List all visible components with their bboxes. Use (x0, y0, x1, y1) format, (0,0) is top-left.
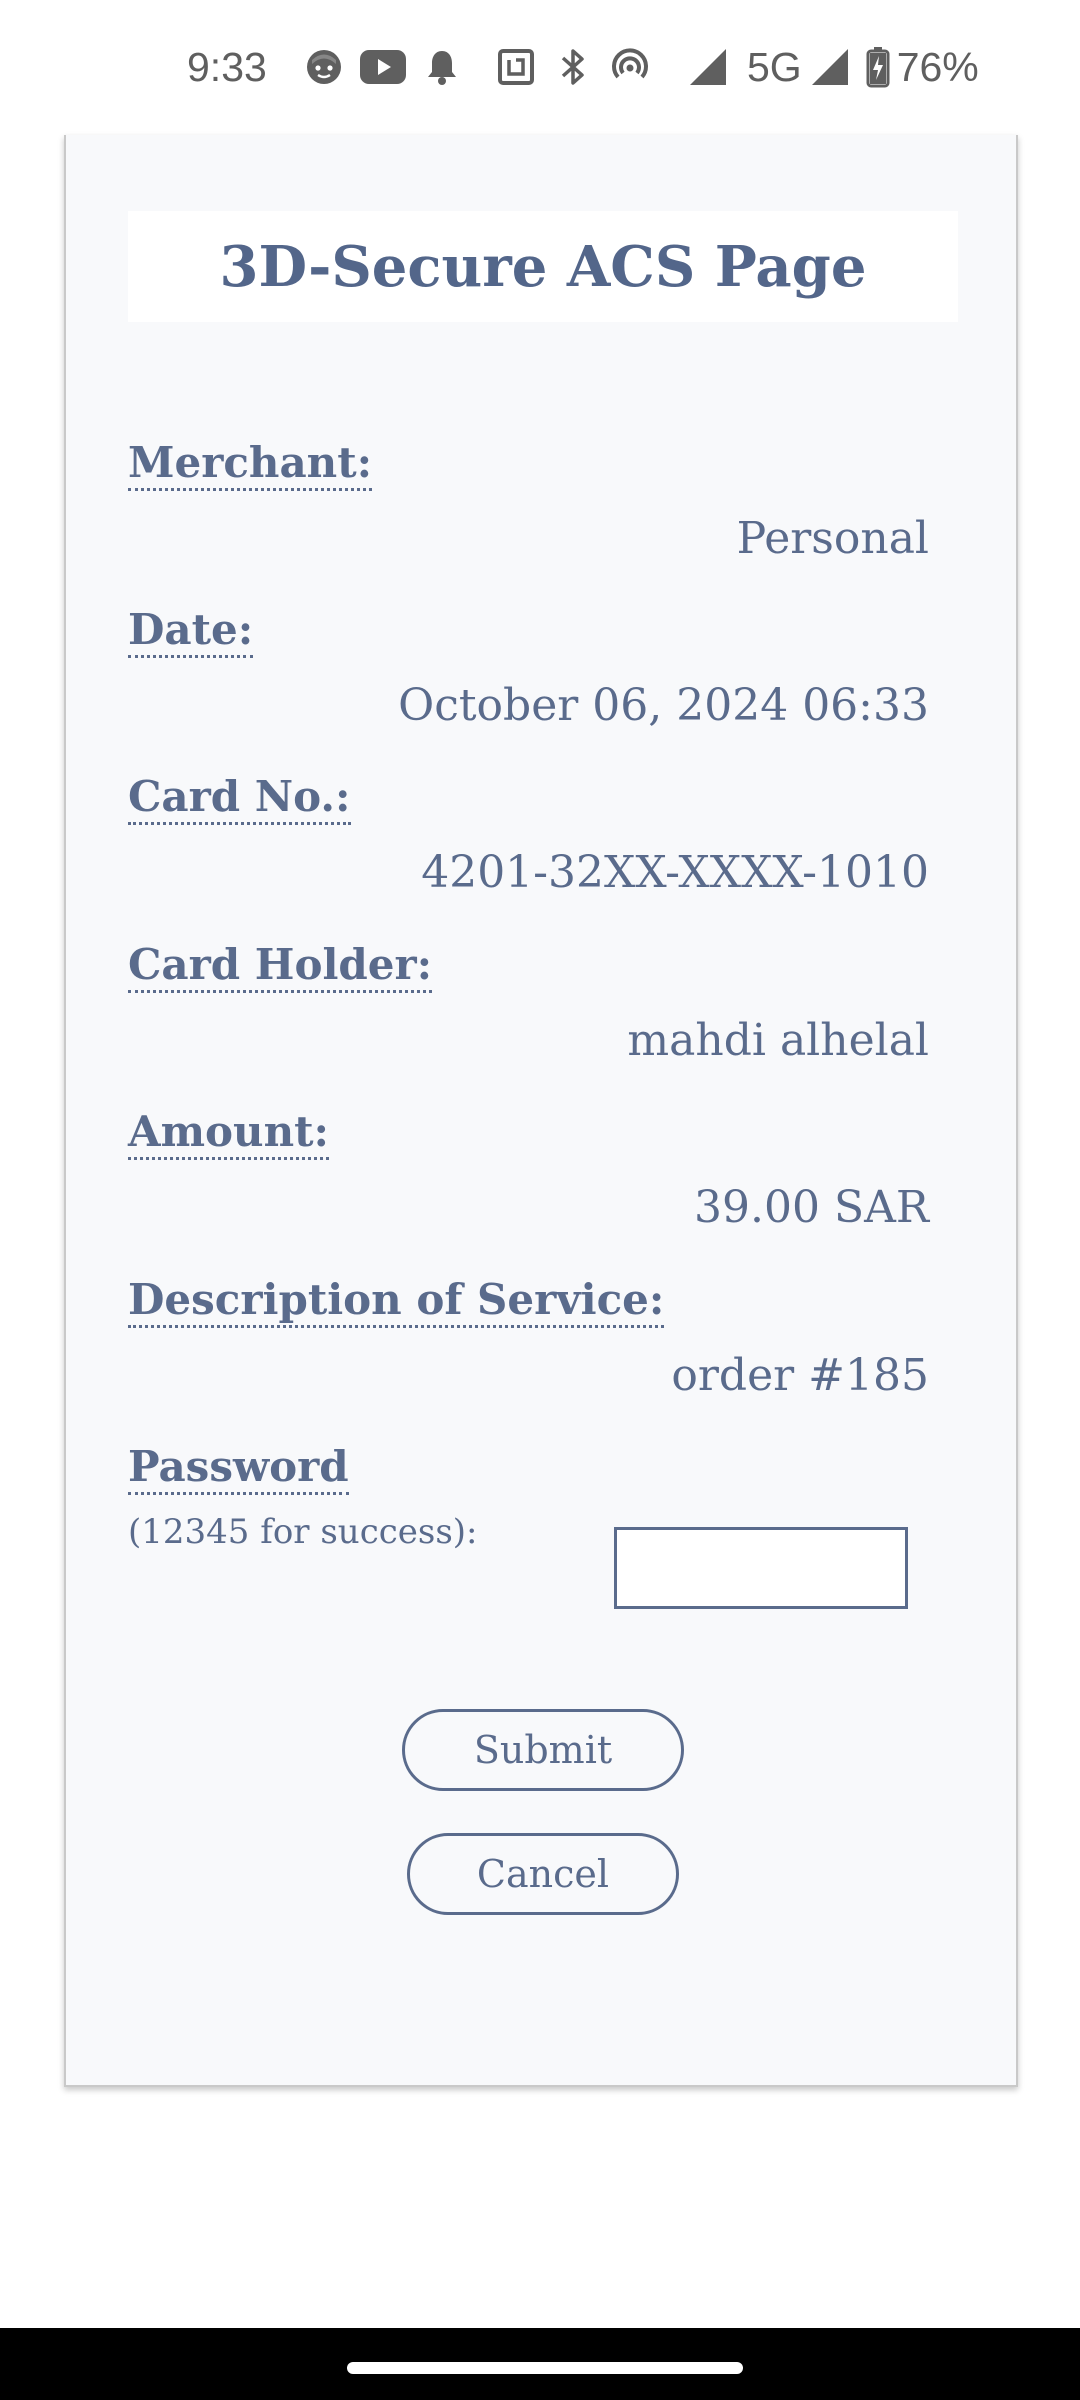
card-holder-value: mahdi alhelal (627, 1015, 929, 1066)
card-number-value: 4201-32XX-XXXX-1010 (421, 847, 929, 898)
nfc-icon (494, 45, 538, 89)
bluetooth-icon (551, 45, 595, 89)
password-hint: (12345 for success): (128, 1512, 478, 1552)
card-holder-label: Card Holder: (128, 941, 433, 993)
card-number-label: Card No.: (128, 773, 351, 825)
amount-label: Amount: (128, 1108, 330, 1160)
battery-percentage: 76% (896, 43, 979, 90)
merchant-value: Personal (736, 513, 929, 564)
youtube-icon (359, 45, 407, 89)
network-type: 5G (747, 43, 802, 90)
status-bar: 9:33 5G 76% (0, 0, 1080, 135)
hotspot-icon (608, 45, 652, 89)
submit-button[interactable]: Submit (402, 1709, 684, 1791)
password-input[interactable] (614, 1527, 908, 1609)
description-label: Description of Service: (128, 1276, 665, 1328)
face-icon (302, 45, 346, 89)
title-box: 3D-Secure ACS Page (128, 211, 958, 322)
merchant-label: Merchant: (128, 439, 373, 491)
description-value: order #185 (671, 1350, 929, 1401)
battery-charging-icon (865, 45, 891, 89)
status-time: 9:33 (187, 44, 267, 90)
signal-icon (686, 45, 730, 89)
amount-value: 39.00 SAR (694, 1182, 929, 1233)
status-icons (302, 42, 665, 92)
signal-icon (808, 45, 852, 89)
date-value: October 06, 2024 06:33 (398, 680, 929, 731)
password-label: Password (128, 1443, 349, 1495)
notification-bell-icon (420, 45, 464, 89)
acs-card: 3D-Secure ACS Page Merchant: Personal Da… (64, 135, 1018, 2087)
status-right: 5G 76% (686, 42, 979, 92)
cancel-button[interactable]: Cancel (407, 1833, 679, 1915)
date-label: Date: (128, 606, 254, 658)
page-title: 3D-Secure ACS Page (219, 233, 867, 300)
home-indicator[interactable] (347, 2362, 743, 2374)
